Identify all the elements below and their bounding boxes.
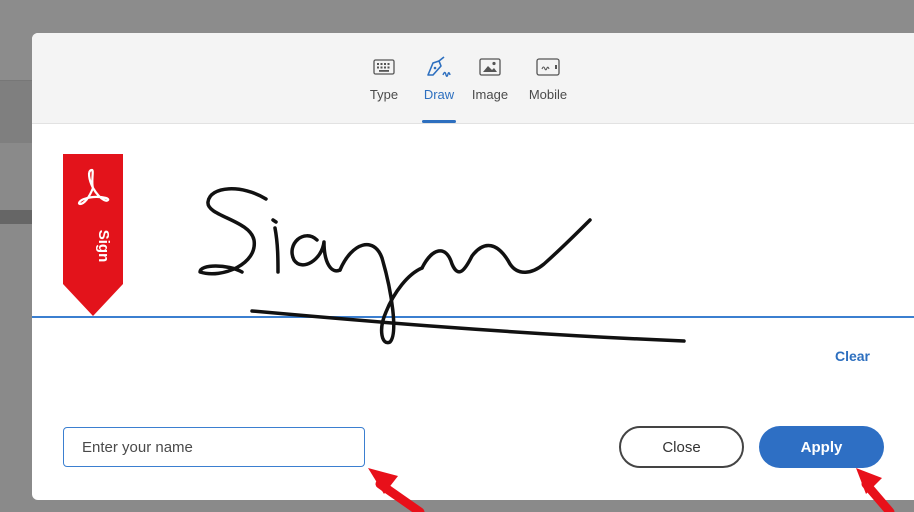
close-button[interactable]: Close (619, 426, 744, 468)
tab-image-label: Image (471, 87, 509, 102)
drawn-signature (198, 187, 686, 345)
tab-draw[interactable]: Draw (411, 53, 467, 123)
tab-type-label: Type (369, 87, 399, 102)
signature-mode-tabs: Type Draw Image Mobile (32, 33, 914, 124)
tab-type[interactable]: Type (356, 53, 412, 123)
pen-draw-icon (424, 53, 454, 81)
tab-draw-label: Draw (423, 87, 455, 102)
tab-image[interactable]: Image (462, 53, 518, 123)
image-icon (475, 53, 505, 81)
signature-drawing-canvas[interactable]: Sign (32, 124, 914, 384)
clear-link[interactable]: Clear (835, 348, 870, 364)
tab-mobile-label: Mobile (528, 87, 568, 102)
mobile-device-icon (533, 53, 563, 81)
tab-mobile[interactable]: Mobile (520, 53, 576, 123)
apply-button[interactable]: Apply (759, 426, 884, 468)
name-input[interactable] (63, 427, 365, 467)
signature-dialog: Type Draw Image Mobile Sign Clear Enter … (32, 33, 914, 500)
keyboard-icon (369, 53, 399, 81)
